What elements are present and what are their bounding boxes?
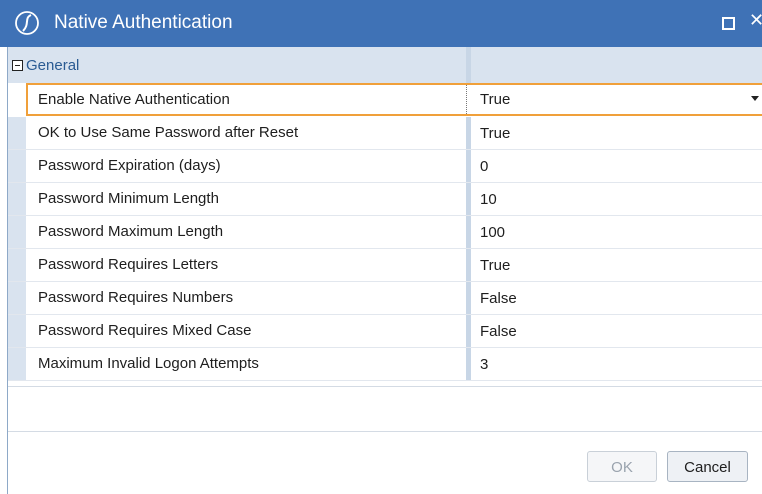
- grid-bottom-divider: [8, 386, 762, 387]
- category-label: General: [26, 57, 80, 74]
- column-splitter[interactable]: [466, 282, 471, 314]
- property-row-same-password-after-reset[interactable]: OK to Use Same Password after Reset True: [8, 117, 762, 150]
- property-row-password-maximum-length[interactable]: Password Maximum Length 100: [8, 216, 762, 249]
- property-value[interactable]: 10: [480, 191, 497, 209]
- column-splitter[interactable]: [466, 183, 471, 215]
- property-row-maximum-invalid-logon-attempts[interactable]: Maximum Invalid Logon Attempts 3: [8, 348, 762, 381]
- property-grid: General Enable Native Authentication Tru…: [8, 47, 762, 386]
- property-name: Password Maximum Length: [38, 223, 224, 240]
- footer-divider: [8, 431, 762, 432]
- column-splitter[interactable]: [466, 315, 471, 347]
- property-name: Password Requires Letters: [38, 256, 219, 273]
- window-title: Native Authentication: [54, 12, 233, 33]
- column-splitter[interactable]: [466, 117, 471, 149]
- cancel-button[interactable]: Cancel: [667, 451, 748, 482]
- collapse-minus-icon[interactable]: [12, 60, 23, 71]
- column-splitter[interactable]: [466, 150, 471, 182]
- property-name: Password Requires Mixed Case: [38, 322, 252, 339]
- property-row-enable-native-authentication[interactable]: Enable Native Authentication True: [26, 83, 762, 116]
- property-value[interactable]: 0: [480, 158, 488, 176]
- property-value[interactable]: False: [480, 323, 517, 341]
- property-value[interactable]: 100: [480, 224, 505, 242]
- dropdown-arrow-icon[interactable]: [751, 96, 759, 101]
- column-splitter[interactable]: [466, 85, 467, 114]
- property-row-password-requires-letters[interactable]: Password Requires Letters True: [8, 249, 762, 282]
- category-row-general[interactable]: General: [8, 47, 762, 83]
- property-name: OK to Use Same Password after Reset: [38, 124, 299, 141]
- property-value[interactable]: False: [480, 290, 517, 308]
- property-value[interactable]: True: [480, 257, 510, 275]
- ok-button[interactable]: OK: [587, 451, 657, 482]
- property-row-password-minimum-length[interactable]: Password Minimum Length 10: [8, 183, 762, 216]
- property-name: Password Requires Numbers: [38, 289, 234, 306]
- column-splitter[interactable]: [466, 216, 471, 248]
- property-row-password-requires-numbers[interactable]: Password Requires Numbers False: [8, 282, 762, 315]
- title-bar: Native Authentication ✕: [0, 0, 762, 47]
- app-logo-icon: [15, 11, 39, 35]
- property-row-password-expiration[interactable]: Password Expiration (days) 0: [8, 150, 762, 183]
- property-value[interactable]: True: [480, 125, 510, 143]
- column-splitter[interactable]: [466, 249, 471, 281]
- property-value[interactable]: 3: [480, 356, 488, 374]
- property-name: Enable Native Authentication: [38, 91, 230, 108]
- property-name: Password Minimum Length: [38, 190, 219, 207]
- property-value[interactable]: True: [480, 91, 510, 109]
- property-name: Password Expiration (days): [38, 157, 221, 174]
- maximize-icon[interactable]: [722, 17, 735, 30]
- close-icon[interactable]: ✕: [749, 9, 762, 31]
- property-name: Maximum Invalid Logon Attempts: [38, 355, 259, 372]
- column-splitter[interactable]: [466, 348, 471, 380]
- property-row-password-requires-mixed-case[interactable]: Password Requires Mixed Case False: [8, 315, 762, 348]
